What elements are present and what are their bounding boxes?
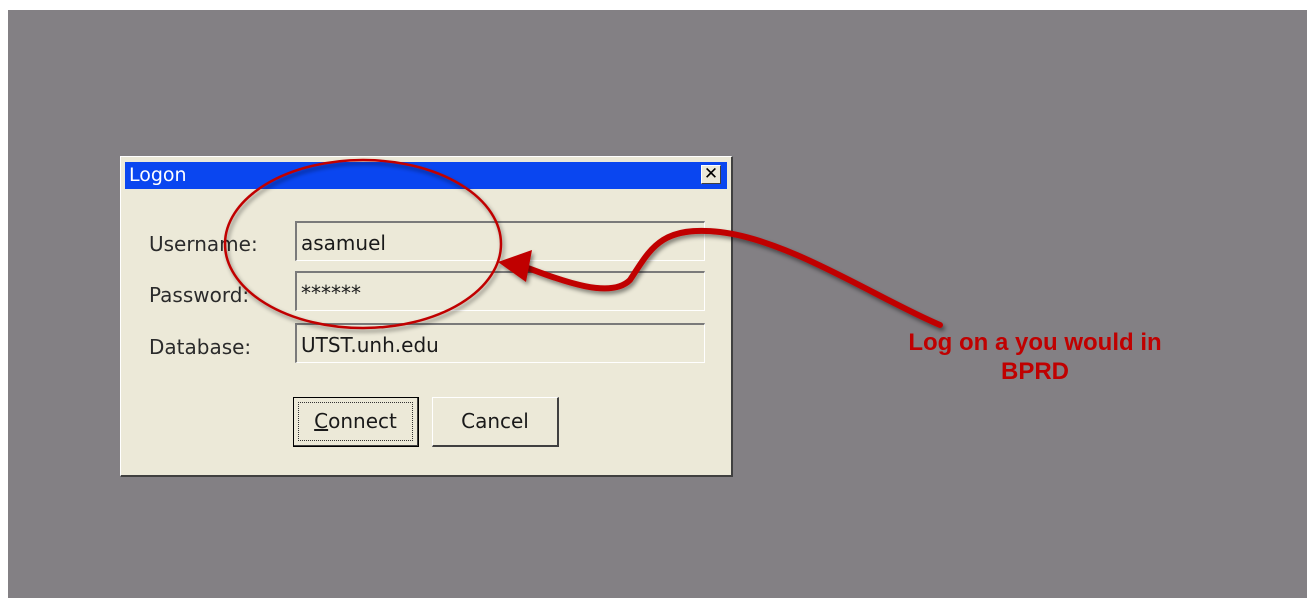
password-label: Password: bbox=[149, 283, 250, 307]
logon-dialog: Logon ✕ Username: asamuel Password: ****… bbox=[120, 156, 733, 477]
database-label: Database: bbox=[149, 335, 252, 359]
dialog-titlebar[interactable]: Logon ✕ bbox=[125, 162, 727, 189]
close-icon: ✕ bbox=[703, 164, 719, 184]
annotation-line-1: Log on a you would in bbox=[908, 329, 1162, 356]
focus-rectangle bbox=[298, 402, 413, 441]
cancel-button[interactable]: Cancel bbox=[432, 397, 559, 447]
username-field[interactable]: asamuel bbox=[295, 221, 705, 261]
connect-button[interactable]: Connect bbox=[293, 397, 419, 447]
annotation-callout: Log on a you would in BPRD bbox=[850, 328, 1220, 386]
database-field[interactable]: UTST.unh.edu bbox=[295, 323, 705, 363]
annotation-line-2: BPRD bbox=[1000, 358, 1069, 385]
dialog-title: Logon bbox=[129, 164, 187, 186]
close-button[interactable]: ✕ bbox=[701, 165, 721, 184]
username-label: Username: bbox=[149, 232, 258, 256]
password-field[interactable]: ****** bbox=[295, 271, 705, 311]
